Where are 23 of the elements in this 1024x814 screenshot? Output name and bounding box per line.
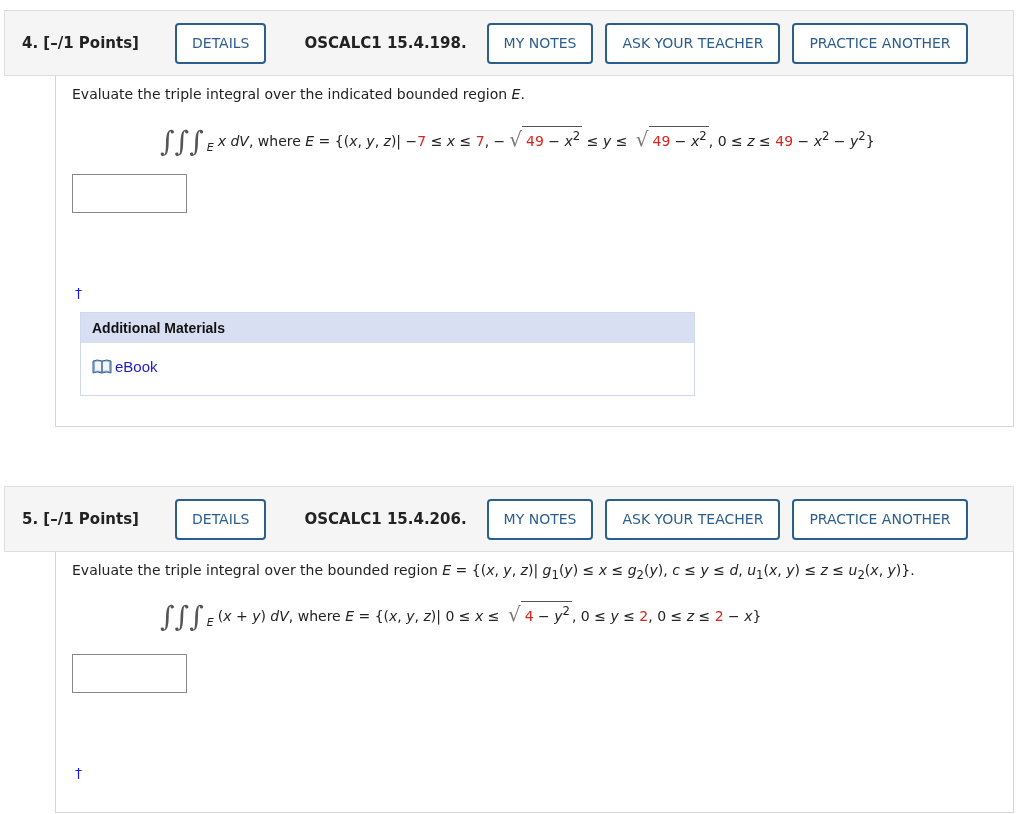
answer-field[interactable] — [72, 174, 187, 213]
footnote-mark: † — [74, 285, 82, 301]
question-text: Evaluate the triple integral over the bounded region E = {(x, y, z)| g$_{1}$(y) ≤ x ≤ g$_{2}$(y), c ≤ y ≤ d, u$_{1}$(x, y) ≤ z ≤ u$_{2}$(x, y)}. — [72, 562, 916, 582]
formula: ∫∫∫E (x + y) dV, where E = {(x, y, z)| 0 ≤ x ≤ √ 4 − y$^{2}$, 0 ≤ y ≤ 2, 0 ≤ z ≤ 2 − x} — [160, 598, 762, 635]
book-icon — [92, 359, 112, 374]
materials-heading: Additional Materials — [81, 313, 694, 343]
action-button[interactable]: ASK YOUR TEACHER — [605, 498, 781, 540]
question-text: Evaluate the triple integral over the indicated bounded region E. — [72, 86, 526, 102]
action-button[interactable]: MY NOTES — [486, 498, 594, 540]
action-button[interactable]: MY NOTES — [486, 22, 594, 64]
action-button[interactable]: PRACTICE ANOTHER — [792, 22, 968, 64]
formula: ∫∫∫E x dV, where E = {(x, y, z)| −7 ≤ x ≤ 7, − √ 49 − x$^{2}$ ≤ y ≤ √ 49 − x$^{2}$, 0 ≤ z ≤ 49 − x$^{2}$ − y$^{2}$} — [160, 123, 875, 160]
action-button[interactable]: PRACTICE ANOTHER — [792, 498, 968, 540]
details-button[interactable]: DETAILS — [175, 22, 267, 64]
question-points: 4. [–/1 Points] — [22, 34, 140, 52]
question-points: 5. [–/1 Points] — [22, 510, 140, 528]
problem-code: OSCALC1 15.4.206. — [304, 510, 467, 528]
details-button[interactable]: DETAILS — [175, 498, 267, 540]
action-button[interactable]: ASK YOUR TEACHER — [605, 22, 781, 64]
answer-field[interactable] — [72, 653, 187, 693]
footnote-mark: † — [74, 764, 82, 781]
problem-code: OSCALC1 15.4.198. — [304, 34, 467, 52]
ebook-link[interactable]: eBook — [92, 358, 158, 375]
